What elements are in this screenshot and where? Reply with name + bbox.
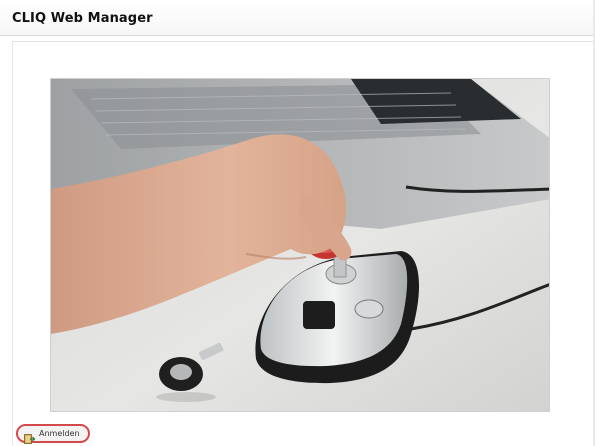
app-title: CLIQ Web Manager (12, 11, 153, 26)
title-bar: CLIQ Web Manager (0, 0, 595, 36)
web-manager-window: CLIQ Web Manager Anmelden (0, 0, 595, 446)
hero-photo (50, 78, 550, 412)
login-button[interactable]: Anmelden (16, 424, 90, 444)
login-label: Anmelden (39, 428, 80, 438)
login-icon (24, 429, 36, 444)
